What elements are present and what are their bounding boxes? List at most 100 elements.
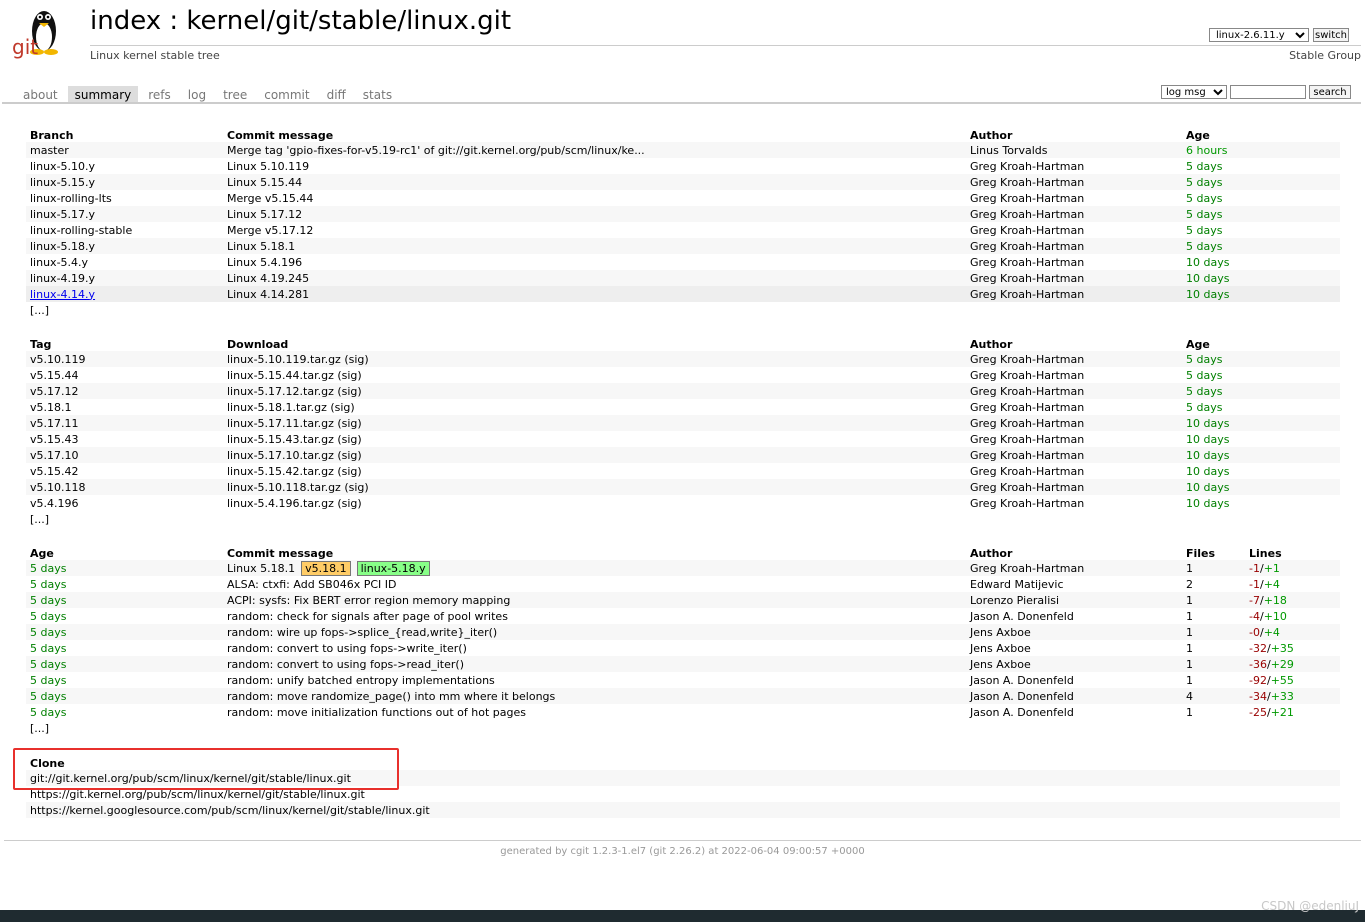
download-link[interactable]: linux-5.15.44.tar.gz (sig) [227, 369, 362, 382]
more-branches-link[interactable]: [...] [30, 304, 49, 317]
tag-row[interactable]: v5.15.42 linux-5.15.42.tar.gz (sig) Greg K… [26, 463, 1340, 479]
commit-link[interactable]: Linux 4.19.245 [227, 272, 309, 285]
tag-row[interactable]: v5.18.1 linux-5.18.1.tar.gz (sig) Greg Kro… [26, 399, 1340, 415]
commit-row[interactable]: 5 days ACPI: sysfs: Fix BERT error region… [26, 592, 1340, 608]
tag-decoration[interactable]: v5.18.1 [301, 560, 351, 576]
tag-link[interactable]: v5.10.119 [30, 353, 86, 366]
branch-row[interactable]: linux-5.18.y Linux 5.18.1 Greg Kroah-Hartm… [26, 238, 1340, 254]
commit-link[interactable]: Linux 5.4.196 [227, 256, 302, 269]
download-link[interactable]: linux-5.17.12.tar.gz (sig) [227, 385, 362, 398]
commit-link[interactable]: Linux 5.15.44 [227, 176, 302, 189]
commit-link[interactable]: Linux 5.10.119 [227, 160, 309, 173]
download-link[interactable]: linux-5.4.196.tar.gz (sig) [227, 497, 362, 510]
commit-link[interactable]: Linux 4.14.281 [227, 288, 309, 301]
tab-commit[interactable]: commit [257, 86, 316, 103]
branch-select[interactable]: linux-2.6.11.y [1209, 28, 1309, 42]
commit-link[interactable]: random: check for signals after page of … [227, 610, 508, 623]
tag-link[interactable]: v5.4.196 [30, 497, 79, 510]
download-link[interactable]: linux-5.10.119.tar.gz (sig) [227, 353, 369, 366]
branch-row[interactable]: linux-5.4.y Linux 5.4.196 Greg Kroah-Hartm… [26, 254, 1340, 270]
branch-row[interactable]: linux-5.17.y Linux 5.17.12 Greg Kroah-Hart… [26, 206, 1340, 222]
branch-link[interactable]: linux-rolling-lts [30, 192, 112, 205]
commit-link[interactable]: ACPI: sysfs: Fix BERT error region memor… [227, 594, 510, 607]
tag-row[interactable]: v5.17.11 linux-5.17.11.tar.gz (sig) Greg K… [26, 415, 1340, 431]
clone-url-link[interactable]: https://kernel.googlesource.com/pub/scm/… [30, 804, 430, 817]
branch-link[interactable]: linux-5.10.y [30, 160, 95, 173]
tag-link[interactable]: v5.15.42 [30, 465, 79, 478]
branch-link[interactable]: linux-5.17.y [30, 208, 95, 221]
download-link[interactable]: linux-5.15.42.tar.gz (sig) [227, 465, 362, 478]
branch-row[interactable]: linux-4.14.y Linux 4.14.281 Greg Kroah-Har… [26, 286, 1340, 302]
branch-link[interactable]: linux-5.18.y [30, 240, 95, 253]
more-commits-link[interactable]: [...] [30, 722, 49, 735]
tab-summary[interactable]: summary [67, 86, 139, 103]
download-link[interactable]: linux-5.17.10.tar.gz (sig) [227, 449, 362, 462]
commit-row[interactable]: 5 days random: unify batched entropy impl… [26, 672, 1340, 688]
git-tux-logo[interactable]: git [10, 5, 72, 63]
commit-link[interactable]: random: convert to using fops->write_ite… [227, 642, 467, 655]
tab-tree[interactable]: tree [216, 86, 254, 103]
tag-row[interactable]: v5.15.43 linux-5.15.43.tar.gz (sig) Greg K… [26, 431, 1340, 447]
commit-link[interactable]: random: move randomize_page() into mm wh… [227, 690, 555, 703]
commit-link[interactable]: random: unify batched entropy implementa… [227, 674, 495, 687]
tag-link[interactable]: v5.10.118 [30, 481, 86, 494]
commit-row[interactable]: 5 days ALSA: ctxfi: Add SB046x PCI ID Edwa… [26, 576, 1340, 592]
commit-row[interactable]: 5 days random: check for signals after pa… [26, 608, 1340, 624]
tag-row[interactable]: v5.10.118 linux-5.10.118.tar.gz (sig) Greg… [26, 479, 1340, 495]
download-link[interactable]: linux-5.17.11.tar.gz (sig) [227, 417, 362, 430]
tag-link[interactable]: v5.18.1 [30, 401, 72, 414]
branch-link[interactable]: linux-5.15.y [30, 176, 95, 189]
tag-row[interactable]: v5.17.10 linux-5.17.10.tar.gz (sig) Greg K… [26, 447, 1340, 463]
commit-link[interactable]: Linux 5.18.1 [227, 240, 295, 253]
tag-row[interactable]: v5.15.44 linux-5.15.44.tar.gz (sig) Greg K… [26, 367, 1340, 383]
tab-refs[interactable]: refs [141, 86, 178, 103]
branch-link[interactable]: linux-5.4.y [30, 256, 88, 269]
more-tags-link[interactable]: [...] [30, 513, 49, 526]
branch-link[interactable]: linux-4.14.y [30, 288, 95, 301]
tab-stats[interactable]: stats [356, 86, 399, 103]
branch-row[interactable]: linux-4.19.y Linux 4.19.245 Greg Kroah-Har… [26, 270, 1340, 286]
commit-link[interactable]: Merge tag 'gpio-fixes-for-v5.19-rc1' of … [227, 144, 645, 157]
branch-row[interactable]: master Merge tag 'gpio-fixes-for-v5.19-rc… [26, 142, 1340, 158]
branch-row[interactable]: linux-5.15.y Linux 5.15.44 Greg Kroah-Hart… [26, 174, 1340, 190]
tab-diff[interactable]: diff [320, 86, 353, 103]
commit-row[interactable]: 5 days Linux 5.18.1 v5.18.1 linux-5.18.y Gre… [26, 560, 1340, 576]
tag-link[interactable]: v5.17.10 [30, 449, 79, 462]
commit-row[interactable]: 5 days random: move initialization functi… [26, 704, 1340, 720]
commit-link[interactable]: Merge v5.17.12 [227, 224, 313, 237]
commit-link[interactable]: ALSA: ctxfi: Add SB046x PCI ID [227, 578, 396, 591]
branch-link[interactable]: linux-rolling-stable [30, 224, 132, 237]
download-link[interactable]: linux-5.10.118.tar.gz (sig) [227, 481, 369, 494]
branch-link[interactable]: master [30, 144, 69, 157]
tag-row[interactable]: v5.4.196 linux-5.4.196.tar.gz (sig) Greg K… [26, 495, 1340, 511]
commit-link[interactable]: Linux 5.17.12 [227, 208, 302, 221]
commit-row[interactable]: 5 days random: convert to using fops->wri… [26, 640, 1340, 656]
tag-link[interactable]: v5.15.43 [30, 433, 79, 446]
switch-button[interactable]: switch [1313, 28, 1349, 42]
tag-link[interactable]: v5.17.11 [30, 417, 79, 430]
tab-log[interactable]: log [181, 86, 213, 103]
branch-row[interactable]: linux-rolling-stable Merge v5.17.12 Greg K… [26, 222, 1340, 238]
branch-decoration[interactable]: linux-5.18.y [356, 560, 430, 576]
tag-link[interactable]: v5.15.44 [30, 369, 79, 382]
search-button[interactable]: search [1309, 85, 1351, 99]
tag-row[interactable]: v5.17.12 linux-5.17.12.tar.gz (sig) Greg K… [26, 383, 1340, 399]
commit-link[interactable]: random: move initialization functions ou… [227, 706, 526, 719]
commit-row[interactable]: 5 days random: convert to using fops->rea… [26, 656, 1340, 672]
branch-link[interactable]: linux-4.19.y [30, 272, 95, 285]
tab-about[interactable]: about [16, 86, 65, 103]
commit-link[interactable]: random: wire up fops->splice_{read,write… [227, 626, 497, 639]
commit-row[interactable]: 5 days random: wire up fops->splice_{read… [26, 624, 1340, 640]
download-link[interactable]: linux-5.15.43.tar.gz (sig) [227, 433, 362, 446]
download-link[interactable]: linux-5.18.1.tar.gz (sig) [227, 401, 355, 414]
commit-link[interactable]: Linux 5.18.1 [227, 562, 295, 575]
search-input[interactable] [1230, 85, 1306, 99]
search-type-select[interactable]: log msg [1161, 85, 1227, 99]
branch-row[interactable]: linux-5.10.y Linux 5.10.119 Greg Kroah-Har… [26, 158, 1340, 174]
tag-link[interactable]: v5.17.12 [30, 385, 79, 398]
tag-row[interactable]: v5.10.119 linux-5.10.119.tar.gz (sig) Greg… [26, 351, 1340, 367]
branch-row[interactable]: linux-rolling-lts Merge v5.15.44 Greg Kroa… [26, 190, 1340, 206]
commit-link[interactable]: Merge v5.15.44 [227, 192, 313, 205]
commit-link[interactable]: random: convert to using fops->read_iter… [227, 658, 464, 671]
commit-row[interactable]: 5 days random: move randomize_page() into… [26, 688, 1340, 704]
